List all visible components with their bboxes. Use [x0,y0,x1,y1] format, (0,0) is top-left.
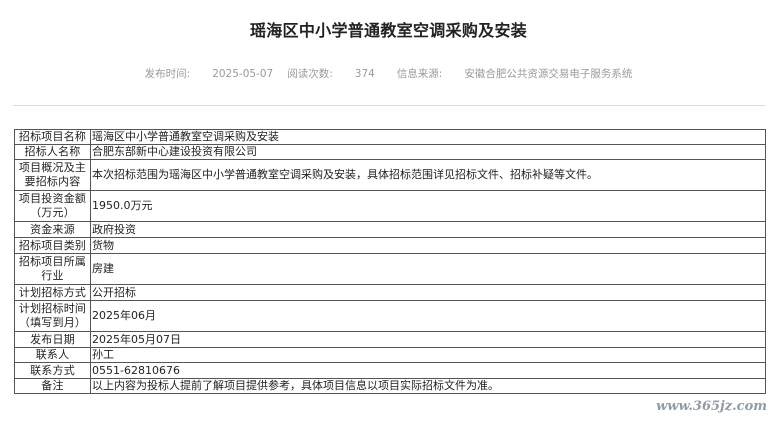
row-key: 项目概况及主要招标内容 [14,159,91,191]
table-row: 招标项目所属行业 房建 [14,253,766,285]
row-value: 2025年06月 [90,300,766,332]
table-row: 备注 以上内容为投标人提前了解项目提供参考，具体项目信息以项目实际招标文件为准。 [14,378,766,394]
row-value: 货物 [90,237,766,254]
row-value: 公开招标 [90,284,766,301]
row-key: 招标人名称 [14,144,91,160]
row-key: 计划招标方式 [14,284,91,301]
row-value: 0551-62810676 [90,362,766,379]
table-row: 发布日期 2025年05月07日 [14,331,766,348]
table-row: 联系方式 0551-62810676 [14,362,766,379]
row-key: 联系人 [14,347,91,363]
publish-label: 发布时间: [144,68,191,80]
row-value: 2025年05月07日 [90,331,766,348]
row-key: 招标项目类别 [14,237,91,254]
table-row: 项目概况及主要招标内容 本次招标范围为瑶海区中小学普通教室空调采购及安装，具体招… [14,159,766,191]
table-row: 计划招标方式 公开招标 [14,284,766,301]
table-row: 招标项目类别 货物 [14,237,766,254]
row-value: 1950.0万元 [90,190,766,222]
article-meta: 发布时间: 2025-05-07 阅读次数: 374 信息来源: 安徽合肥公共资源交易电子… [0,66,777,81]
table-row: 项目投资金额（万元） 1950.0万元 [14,190,766,222]
views-label: 阅读次数: [287,68,333,80]
tender-info-table: 招标项目名称 瑶海区中小学普通教室空调采购及安装 招标人名称 合肥东部新中心建设… [14,129,766,394]
row-value: 政府投资 [90,221,766,238]
row-value: 瑶海区中小学普通教室空调采购及安装 [90,129,766,145]
row-key: 项目投资金额（万元） [14,190,91,222]
table-row: 联系人 孙工 [14,347,766,363]
table-row: 计划招标时间（填写到月） 2025年06月 [14,300,766,332]
source-label: 信息来源: [396,68,443,80]
page-title: 瑶海区中小学普通教室空调采购及安装 [249,21,528,40]
source-name: 安徽合肥公共资源交易电子服务系统 [464,68,633,80]
table-row: 资金来源 政府投资 [14,221,766,238]
row-key: 资金来源 [14,221,91,238]
views-count: 374 [354,68,375,80]
row-key: 招标项目名称 [14,129,91,145]
row-value: 房建 [90,253,766,285]
row-key: 联系方式 [14,362,91,379]
row-value: 以上内容为投标人提前了解项目提供参考，具体项目信息以项目实际招标文件为准。 [90,378,766,394]
row-key: 招标项目所属行业 [14,253,91,285]
row-value: 孙工 [90,347,766,363]
table-row: 招标人名称 合肥东部新中心建设投资有限公司 [14,144,766,160]
publish-date: 2025-05-07 [212,68,274,80]
row-key: 备注 [14,378,91,394]
site-watermark: www.365jz.com [656,399,767,414]
row-key: 计划招标时间（填写到月） [14,300,91,332]
page: 瑶海区中小学普通教室空调采购及安装 发布时间: 2025-05-07 阅读次数: 37… [0,0,777,424]
row-value: 本次招标范围为瑶海区中小学普通教室空调采购及安装，具体招标范围详见招标文件、招标… [90,159,766,191]
table-row: 招标项目名称 瑶海区中小学普通教室空调采购及安装 [14,129,766,145]
divider [13,105,765,106]
row-key: 发布日期 [14,331,91,348]
row-value: 合肥东部新中心建设投资有限公司 [90,144,766,160]
